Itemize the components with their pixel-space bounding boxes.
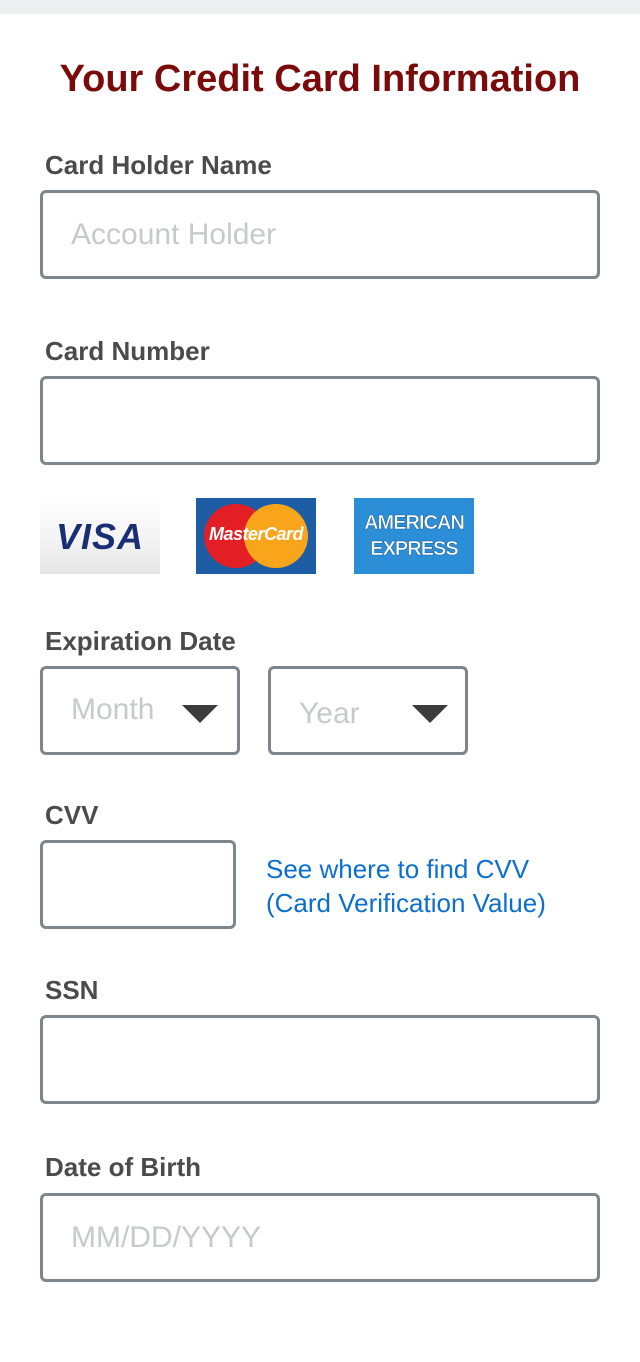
amex-logo: AMERICAN EXPRESS — [354, 498, 474, 574]
chevron-down-icon — [182, 705, 218, 723]
mastercard-logo-text: MasterCard — [208, 524, 304, 544]
dob-field[interactable] — [40, 1193, 600, 1282]
month-select[interactable]: Month — [40, 666, 240, 755]
chevron-down-icon — [412, 705, 448, 723]
dob-label: Date of Birth — [45, 1152, 201, 1182]
card-holder-input[interactable] — [43, 193, 597, 276]
card-number-input[interactable] — [43, 379, 597, 462]
cvv-help-link[interactable]: See where to find CVV (Card Verification… — [266, 852, 546, 920]
card-number-field[interactable] — [40, 376, 600, 465]
page-title: Your Credit Card Information — [59, 58, 581, 100]
expiration-label: Expiration Date — [45, 626, 236, 656]
amex-logo-line1: AMERICAN — [364, 512, 465, 535]
cvv-help-link-line1[interactable]: See where to find CVV — [266, 852, 546, 886]
amex-logo-line2: EXPRESS — [370, 538, 459, 561]
visa-logo-text: VISA — [55, 516, 145, 557]
cvv-help-link-line2[interactable]: (Card Verification Value) — [266, 886, 546, 920]
year-select-value: Year — [299, 697, 360, 730]
year-select[interactable]: Year — [268, 666, 468, 755]
cvv-input[interactable] — [43, 843, 233, 926]
top-bar — [0, 0, 640, 14]
cvv-field[interactable] — [40, 840, 236, 929]
card-holder-field[interactable] — [40, 190, 600, 279]
visa-logo: VISA — [40, 498, 160, 574]
cvv-label: CVV — [45, 800, 99, 830]
dob-input[interactable] — [43, 1196, 597, 1279]
ssn-field[interactable] — [40, 1015, 600, 1104]
ssn-input[interactable] — [43, 1018, 597, 1101]
card-holder-label: Card Holder Name — [45, 150, 272, 180]
mastercard-logo: MasterCard — [196, 498, 316, 574]
card-number-label: Card Number — [45, 336, 210, 366]
ssn-label: SSN — [45, 975, 99, 1005]
month-select-value: Month — [71, 693, 155, 726]
